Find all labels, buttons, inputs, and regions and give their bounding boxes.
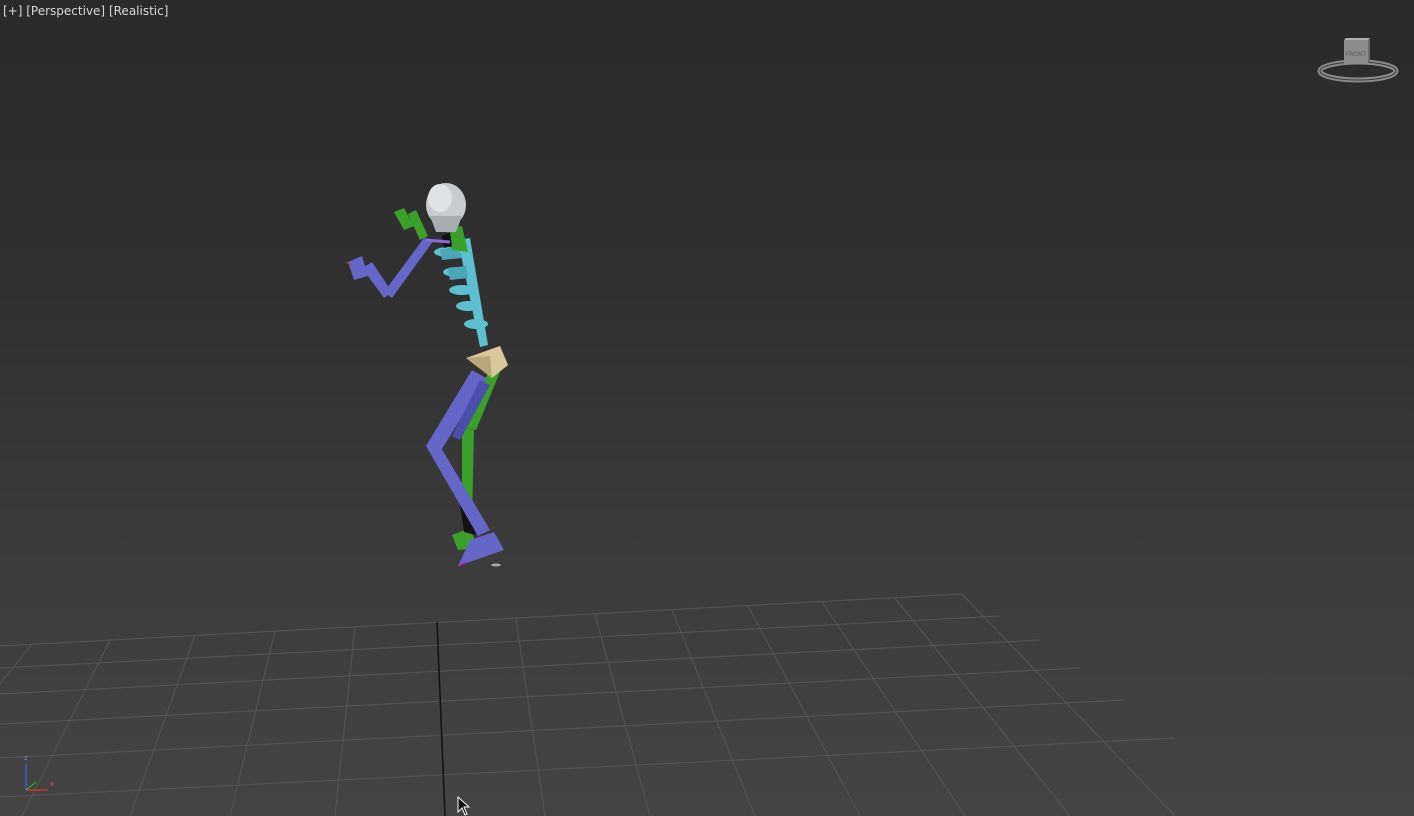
perspective-viewport[interactable]: [+] [Perspective] [Realistic] FRONT z x [0,0,1414,816]
spine[interactable] [434,238,488,347]
right-hand[interactable] [348,256,368,280]
scene-canvas [0,183,1176,816]
viewcube-icon: FRONT [1317,38,1399,83]
right-calf[interactable] [426,446,490,536]
head[interactable] [426,183,466,232]
biped-character[interactable] [345,183,508,567]
axis-z-label: z [24,754,28,762]
home-grid [0,593,1176,816]
axis-x-label: x [50,780,55,788]
axis-tripod: z x [18,752,62,796]
mouse-cursor-icon [457,796,471,816]
right-upperarm[interactable] [384,238,434,298]
viewcube[interactable]: FRONT [1316,34,1402,86]
viewcube-face-label[interactable]: FRONT [1346,51,1367,58]
grid-center-line [436,621,446,816]
right-forearm[interactable] [362,262,392,298]
